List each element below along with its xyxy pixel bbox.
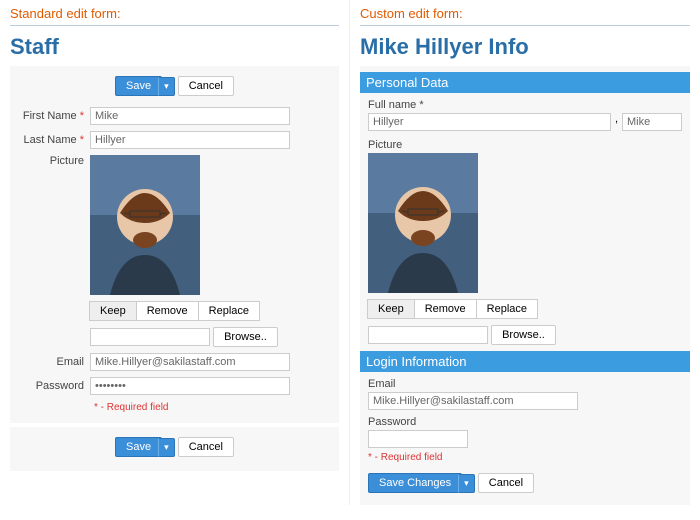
save-button-bottom[interactable]: Save xyxy=(115,437,162,457)
page-title-custom: Mike Hillyer Info xyxy=(360,32,690,66)
standard-caption: Standard edit form: xyxy=(10,0,339,25)
keep-button-r[interactable]: Keep xyxy=(367,299,415,319)
email-label-r: Email xyxy=(368,376,682,392)
fullname-last-input[interactable] xyxy=(368,113,611,131)
section-personal: Personal Data xyxy=(360,72,690,93)
picture-label: Picture xyxy=(18,155,90,167)
divider xyxy=(360,25,690,26)
cancel-button-r[interactable]: Cancel xyxy=(478,473,534,493)
last-name-input[interactable] xyxy=(90,131,290,149)
password-input[interactable] xyxy=(90,377,290,395)
remove-button-r[interactable]: Remove xyxy=(414,299,477,319)
cancel-button-bottom[interactable]: Cancel xyxy=(178,437,234,457)
file-path-input-r[interactable] xyxy=(368,326,488,344)
staff-photo xyxy=(90,155,200,295)
divider xyxy=(10,25,339,26)
fullname-label: Full name * xyxy=(368,97,682,113)
first-name-label: First Name * xyxy=(18,110,90,122)
last-name-label: Last Name * xyxy=(18,134,90,146)
page-title-standard: Staff xyxy=(10,32,339,66)
cancel-button[interactable]: Cancel xyxy=(178,76,234,96)
save-changes-dropdown[interactable]: ▾ xyxy=(458,474,475,493)
remove-button[interactable]: Remove xyxy=(136,301,199,321)
email-label: Email xyxy=(18,356,90,368)
password-input-r[interactable] xyxy=(368,430,468,448)
browse-button[interactable]: Browse.. xyxy=(213,327,278,347)
staff-photo-r xyxy=(368,153,478,293)
picture-actions-r: Keep Remove Replace xyxy=(368,299,538,319)
custom-form: Personal Data Full name * , Picture xyxy=(360,66,690,505)
save-dropdown[interactable]: ▾ xyxy=(158,77,175,96)
keep-button[interactable]: Keep xyxy=(89,301,137,321)
browse-button-r[interactable]: Browse.. xyxy=(491,325,556,345)
email-input[interactable] xyxy=(90,353,290,371)
replace-button[interactable]: Replace xyxy=(198,301,260,321)
save-changes-button[interactable]: Save Changes xyxy=(368,473,462,493)
file-path-input[interactable] xyxy=(90,328,210,346)
email-input-r[interactable] xyxy=(368,392,578,410)
fullname-first-input[interactable] xyxy=(622,113,682,131)
picture-actions: Keep Remove Replace xyxy=(90,301,260,321)
custom-caption: Custom edit form: xyxy=(360,0,690,25)
replace-button-r[interactable]: Replace xyxy=(476,299,538,319)
picture-label-r: Picture xyxy=(368,137,682,153)
section-login: Login Information xyxy=(360,351,690,372)
standard-form: Save▾ Cancel First Name * Last Name * Pi… xyxy=(10,66,339,423)
password-label-r: Password xyxy=(368,414,682,430)
password-label: Password xyxy=(18,380,90,392)
save-button[interactable]: Save xyxy=(115,76,162,96)
first-name-input[interactable] xyxy=(90,107,290,125)
save-dropdown-bottom[interactable]: ▾ xyxy=(158,438,175,457)
required-note: * - Required field xyxy=(18,398,331,417)
required-note-r: * - Required field xyxy=(368,448,682,467)
